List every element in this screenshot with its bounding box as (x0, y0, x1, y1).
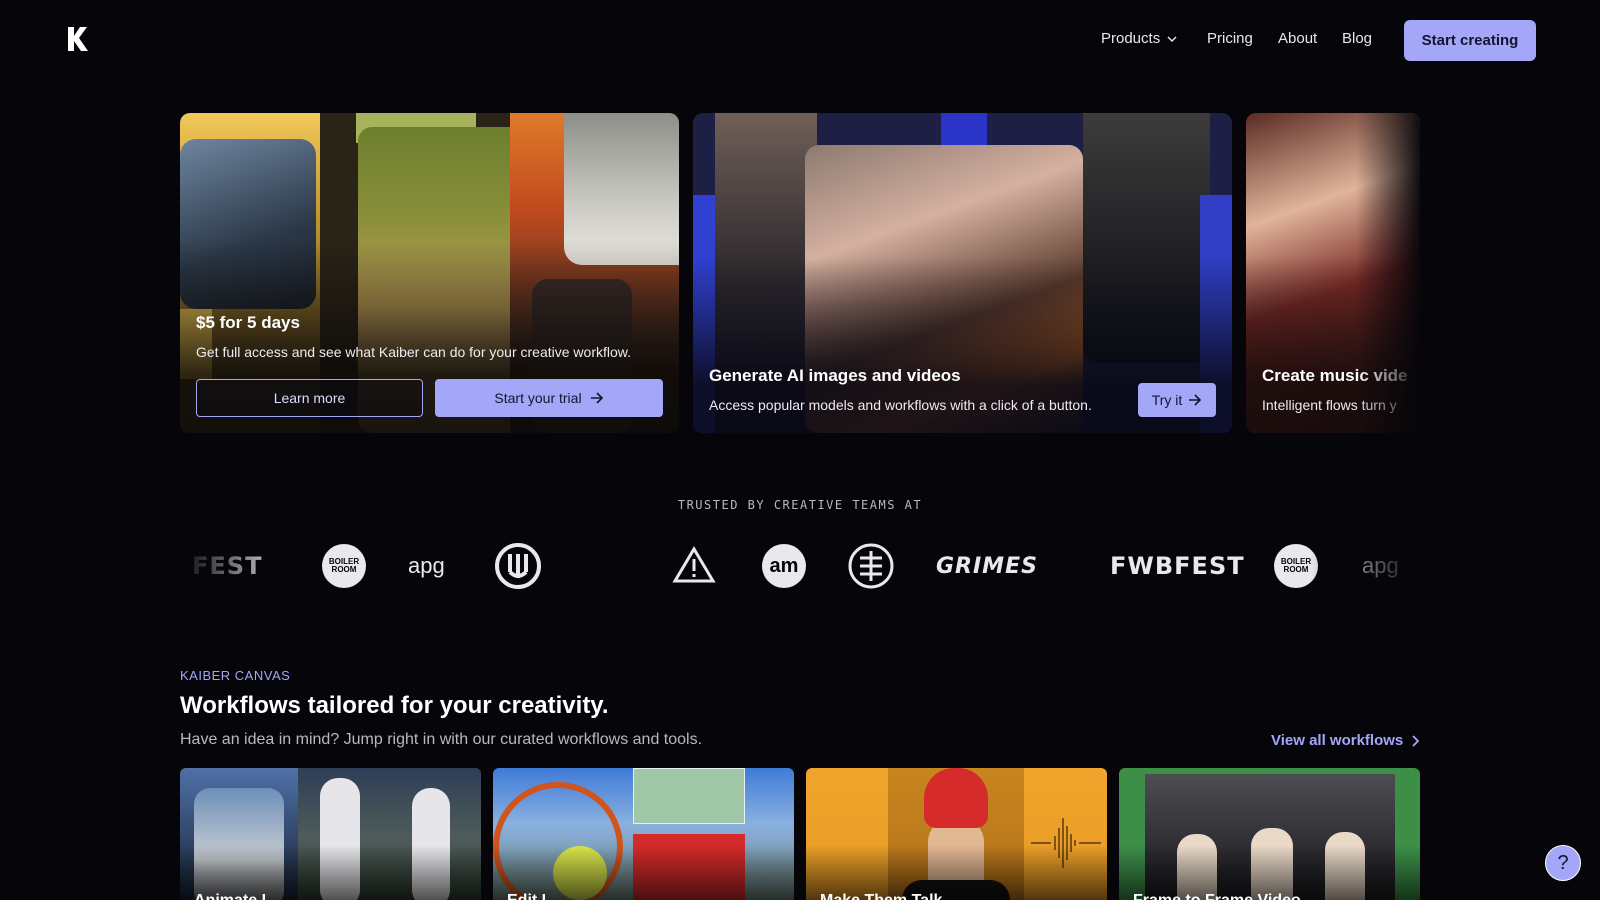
learn-more-button[interactable]: Learn more (196, 379, 423, 417)
workflow-card-frame-to-frame[interactable]: Frame to Frame Video (1119, 768, 1420, 900)
hero-card-generate[interactable]: Generate AI images and videos Access pop… (693, 113, 1232, 433)
top-nav: Products Pricing About Blog Start creati… (0, 0, 1600, 80)
try-it-button[interactable]: Try it (1138, 383, 1216, 417)
apg-logo: apg (408, 553, 445, 578)
boiler-room-logo: BOILER ROOM (322, 538, 366, 594)
card-description: Access popular models and workflows with… (709, 397, 1092, 413)
nav-products[interactable]: Products (1101, 30, 1177, 47)
workflow-title: Make Them Talk (820, 892, 942, 900)
chevron-down-icon (1167, 35, 1177, 42)
view-all-workflows-link[interactable]: View all workflows (1271, 732, 1420, 749)
workflow-card-edit[interactable]: Edit I (493, 768, 794, 900)
card-title: $5 for 5 days (196, 313, 300, 332)
section-eyebrow: KAIBER CANVAS (180, 668, 291, 683)
workflow-title: Animate I (194, 892, 266, 900)
start-creating-button[interactable]: Start creating (1404, 20, 1536, 61)
view-all-label: View all workflows (1271, 732, 1404, 749)
nav-blog[interactable]: Blog (1342, 30, 1372, 47)
card-overlay (493, 768, 794, 900)
logo-fade (1310, 538, 1420, 594)
card-title: Generate AI images and videos (709, 366, 961, 385)
nav-about[interactable]: About (1278, 30, 1317, 47)
nav-products-label: Products (1101, 30, 1161, 47)
kaiber-logo-icon[interactable] (66, 26, 90, 52)
card-overlay (806, 768, 1107, 900)
am-logo: am (762, 538, 806, 594)
help-button[interactable]: ? (1545, 845, 1581, 881)
section-subtitle: Have an idea in mind? Jump right in with… (180, 731, 703, 748)
carousel-fade (1356, 113, 1420, 433)
warning-triangle-logo (672, 538, 716, 594)
workflow-title: Frame to Frame Video (1133, 892, 1301, 900)
seal-logo (848, 538, 894, 594)
hero-card-trial[interactable]: $5 for 5 days Get full access and see wh… (180, 113, 679, 433)
trusted-heading: TRUSTED BY CREATIVE TEAMS AT (677, 498, 923, 512)
ring-logo (494, 538, 542, 594)
crescent-logo (588, 538, 618, 594)
grimes-logo: GRIMES (936, 553, 1038, 579)
start-trial-button[interactable]: Start your trial (435, 379, 663, 417)
workflow-card-talk[interactable]: Make Them Talk (806, 768, 1107, 900)
hero-card-music[interactable]: Create music vide Intelligent flows turn… (1246, 113, 1420, 433)
section-title: Workflows tailored for your creativity. (180, 692, 609, 719)
arrow-right-icon (590, 392, 603, 404)
try-it-label: Try it (1151, 392, 1183, 408)
chevron-right-icon (1412, 734, 1420, 747)
logo-strip: FEST BOILERROOM apg am GRIMES FWBFEST BO… (180, 538, 1420, 594)
fwbfest-logo: FWBFEST (1110, 552, 1245, 580)
workflow-card-animate[interactable]: Animate I (180, 768, 481, 900)
card-overlay (180, 768, 481, 900)
workflow-title: Edit I (507, 892, 546, 900)
nav-pricing[interactable]: Pricing (1207, 30, 1253, 47)
logo-fade (180, 538, 290, 594)
start-trial-label: Start your trial (494, 390, 582, 406)
card-description: Get full access and see what Kaiber can … (196, 344, 631, 360)
arrow-right-icon (1189, 394, 1202, 406)
card-overlay (1119, 768, 1420, 900)
